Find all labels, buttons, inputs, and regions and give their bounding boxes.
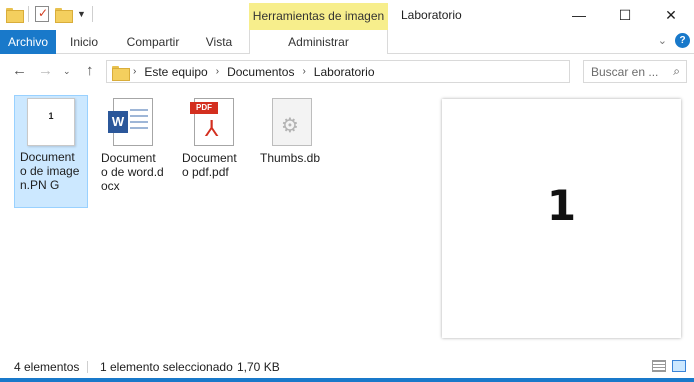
file-item[interactable]: PDF ⅄ Document o pdf.pdf	[177, 95, 251, 179]
selection-info: 1 elemento seleccionado	[100, 360, 233, 374]
tab-inicio[interactable]: Inicio	[62, 30, 106, 54]
file-name: Thumbs.db	[260, 151, 321, 165]
customize-toolbar-icon[interactable]: ▼	[77, 9, 86, 19]
properties-icon[interactable]	[35, 6, 49, 22]
separator	[87, 361, 88, 373]
new-folder-icon[interactable]	[55, 7, 73, 23]
tab-administrar[interactable]: Administrar	[249, 30, 388, 54]
search-placeholder: Buscar en ...	[591, 65, 659, 79]
window-border	[0, 378, 694, 382]
separator	[28, 6, 29, 22]
title-bar: ▼ Herramientas de imagen Laboratorio — ☐…	[0, 0, 694, 30]
folder-icon	[112, 65, 130, 81]
crumb-documentos[interactable]: Documentos	[227, 65, 294, 79]
tab-vista[interactable]: Vista	[198, 30, 240, 54]
large-icons-view-icon[interactable]	[672, 360, 686, 372]
tab-archivo[interactable]: Archivo	[0, 30, 56, 54]
selection-size: 1,70 KB	[237, 360, 280, 374]
search-icon: ⌕	[673, 64, 680, 78]
tab-compartir[interactable]: Compartir	[118, 30, 188, 54]
file-list: 1 Document o de imagen.PN G W Document o…	[0, 88, 694, 356]
search-input[interactable]: Buscar en ... ⌕	[583, 60, 687, 83]
chevron-right-icon[interactable]: ›	[302, 66, 305, 77]
file-name: Document o de imagen.PN G	[20, 150, 80, 192]
item-count: 4 elementos	[14, 360, 80, 374]
pdf-badge: PDF	[190, 102, 218, 114]
crumb-laboratorio[interactable]: Laboratorio	[314, 65, 375, 79]
quick-access-toolbar: ▼	[6, 6, 93, 23]
details-view-icon[interactable]	[652, 360, 666, 372]
status-bar: 4 elementos 1 elemento seleccionado 1,70…	[0, 356, 694, 378]
forward-arrow-icon[interactable]: →	[38, 62, 53, 79]
recent-locations-icon[interactable]: ⌄	[63, 66, 71, 77]
separator	[91, 6, 93, 22]
file-item[interactable]: 1 Document o de imagen.PN G	[14, 95, 88, 208]
chevron-right-icon[interactable]: ›	[133, 66, 136, 77]
file-item[interactable]: W Document o de word.docx	[96, 95, 170, 193]
maximize-button[interactable]: ☐	[602, 0, 648, 30]
ribbon-controls: ⌄ ?	[658, 33, 690, 48]
thumbnail-text: 1	[48, 111, 54, 121]
address-bar[interactable]: › Este equipo › Documentos › Laboratorio…	[106, 60, 671, 83]
ribbon-tabs: Archivo Inicio Compartir Vista Administr…	[0, 30, 694, 54]
folder-icon	[6, 7, 24, 23]
expand-ribbon-icon[interactable]: ⌄	[658, 34, 667, 47]
file-name: Document o pdf.pdf	[182, 151, 237, 179]
back-arrow-icon[interactable]: ←	[12, 62, 27, 79]
file-item[interactable]: ⚙ Thumbs.db	[255, 95, 329, 165]
context-tab-group: Herramientas de imagen	[249, 3, 388, 30]
minimize-button[interactable]: —	[556, 0, 602, 30]
help-icon[interactable]: ?	[675, 33, 690, 48]
window-title: Laboratorio	[401, 8, 462, 22]
image-thumbnail: 1	[27, 98, 75, 146]
up-arrow-icon[interactable]: ↑	[86, 62, 94, 79]
preview-pane: 1	[442, 99, 681, 338]
pdf-document-icon: PDF ⅄	[190, 98, 234, 146]
view-switcher	[652, 360, 686, 372]
crumb-este-equipo[interactable]: Este equipo	[144, 65, 207, 79]
close-button[interactable]: ✕	[648, 0, 694, 30]
navigation-bar: ← → ⌄ ↑ › Este equipo › Documentos › Lab…	[0, 55, 694, 87]
word-document-icon: W	[108, 98, 153, 146]
file-name: Document o de word.docx	[101, 151, 164, 193]
breadcrumb: › Este equipo › Documentos › Laboratorio	[133, 61, 375, 82]
system-file-gear-icon: ⚙	[272, 98, 312, 146]
preview-content: 1	[546, 181, 577, 230]
chevron-right-icon[interactable]: ›	[216, 66, 219, 77]
